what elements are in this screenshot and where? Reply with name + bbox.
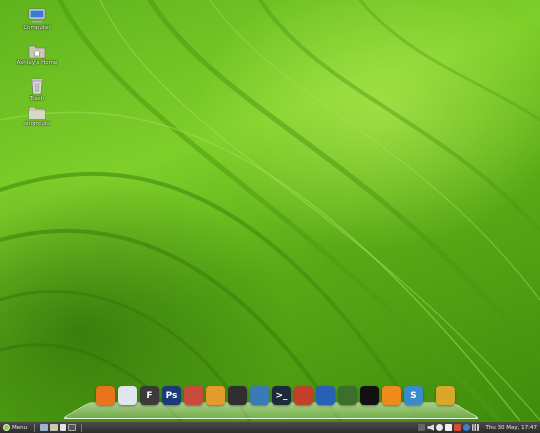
- headphones-icon[interactable]: [316, 386, 335, 405]
- folder-icon: [28, 106, 46, 120]
- desktop-icon-home[interactable]: Ashley's Home: [8, 43, 66, 66]
- desktop-icon-label: Trash: [29, 96, 45, 102]
- robot-icon[interactable]: [184, 386, 203, 405]
- network-signal-icon[interactable]: [472, 424, 480, 431]
- terminal-launcher-icon[interactable]: [68, 424, 77, 431]
- show-desktop-icon[interactable]: [40, 424, 49, 431]
- desktop-icon-shortcuts[interactable]: shortcuts: [8, 104, 66, 127]
- text-editor-icon[interactable]: [118, 386, 137, 405]
- desktop-icon-computer[interactable]: Computer: [8, 8, 66, 31]
- volume-icon[interactable]: [427, 424, 435, 431]
- flash-icon[interactable]: F: [140, 386, 159, 405]
- photoshop-icon[interactable]: Ps: [162, 386, 181, 405]
- menu-logo-icon: [3, 424, 10, 431]
- disk-utility-icon[interactable]: [250, 386, 269, 405]
- clipboard-icon[interactable]: [445, 424, 453, 431]
- home-folder-icon: [28, 45, 46, 59]
- obs-icon[interactable]: [360, 386, 379, 405]
- file-manager-icon[interactable]: [50, 424, 59, 431]
- panel-separator: [34, 423, 36, 432]
- computer-icon: [28, 8, 46, 23]
- keyboard-icon[interactable]: [228, 386, 247, 405]
- system-tray: Thu 30 May, 17:47: [418, 424, 540, 431]
- desktop-icon-trash[interactable]: Trash: [8, 77, 66, 102]
- bottom-panel: Menu Thu 30 May, 17:47: [0, 421, 540, 433]
- text-editor-launcher-icon[interactable]: [60, 424, 67, 431]
- firefox-icon[interactable]: [96, 386, 115, 405]
- desktop-icon-label: shortcuts: [24, 121, 50, 127]
- archive-icon[interactable]: [436, 386, 455, 405]
- menu-button[interactable]: Menu: [0, 422, 30, 433]
- leaf-vein-lines: [0, 0, 540, 421]
- equalizer-icon[interactable]: [338, 386, 357, 405]
- notification-icon[interactable]: [418, 424, 426, 431]
- chat-icon[interactable]: [206, 386, 225, 405]
- sync-tray-icon[interactable]: [463, 424, 471, 431]
- dock: F Ps >_ S: [96, 386, 455, 408]
- alert-icon[interactable]: [454, 424, 462, 431]
- panel-separator: [81, 423, 83, 432]
- clock[interactable]: Thu 30 May, 17:47: [485, 425, 537, 431]
- terminal-icon[interactable]: >_: [272, 386, 291, 405]
- update-shield-icon[interactable]: [436, 424, 444, 431]
- desktop-icon-label: Computer: [23, 25, 51, 31]
- sync-icon[interactable]: S: [404, 386, 423, 405]
- menu-label: Menu: [12, 424, 28, 431]
- network-icon[interactable]: [294, 386, 313, 405]
- trash-icon: [30, 78, 44, 95]
- desktop-icon-label: Ashley's Home: [16, 60, 58, 66]
- vlc-icon[interactable]: [382, 386, 401, 405]
- desktop-wallpaper: Computer Ashley's Home Trash shortcuts F…: [0, 0, 540, 421]
